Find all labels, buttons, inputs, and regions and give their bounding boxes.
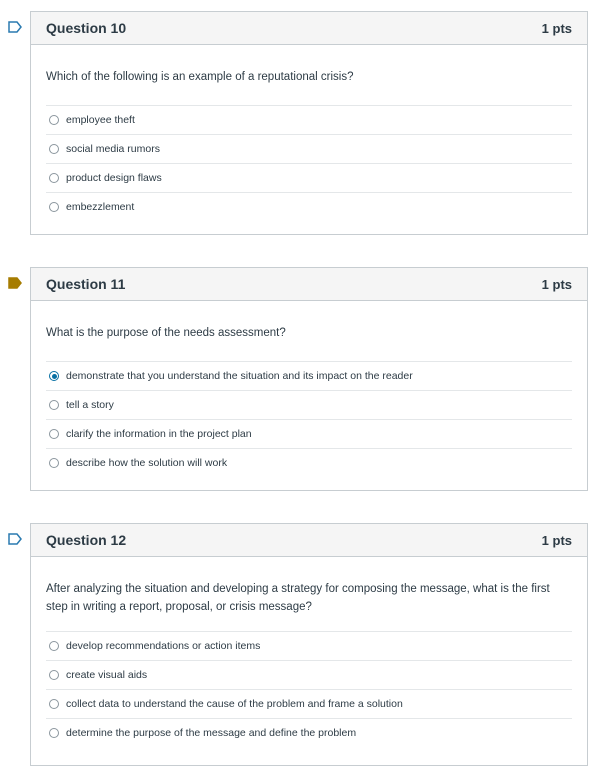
answer-list: demonstrate that you understand the situ… (46, 361, 572, 477)
answer-option[interactable]: collect data to understand the cause of … (46, 690, 572, 719)
radio-button[interactable] (49, 699, 59, 709)
radio-button[interactable] (49, 202, 59, 212)
answer-option[interactable]: demonstrate that you understand the situ… (46, 362, 572, 391)
radio-button[interactable] (49, 400, 59, 410)
question-points: 1 pts (541, 532, 572, 548)
answer-option[interactable]: create visual aids (46, 661, 572, 690)
answer-option[interactable]: tell a story (46, 391, 572, 420)
flag-question-icon[interactable] (8, 21, 22, 33)
answer-label: determine the purpose of the message and… (66, 727, 357, 739)
question-text: What is the purpose of the needs assessm… (46, 327, 286, 339)
answer-label: clarify the information in the project p… (66, 428, 252, 440)
question-card: Question 10 1 pts Which of the following… (30, 11, 588, 235)
radio-button[interactable] (49, 641, 59, 651)
question-header: Question 12 1 pts (31, 524, 587, 557)
answer-label: social media rumors (66, 143, 160, 155)
answer-label: product design flaws (66, 172, 162, 184)
radio-button[interactable] (49, 670, 59, 680)
answer-label: create visual aids (66, 669, 148, 681)
question-title: Question 10 (46, 20, 127, 36)
answer-option[interactable]: employee theft (46, 106, 572, 135)
answer-option[interactable]: product design flaws (46, 164, 572, 193)
radio-button-selected[interactable] (49, 371, 59, 381)
radio-button[interactable] (49, 144, 59, 154)
question-title: Question 12 (46, 532, 127, 548)
answer-option[interactable]: embezzlement (46, 193, 572, 221)
answer-list: employee theft social media rumors produ… (46, 105, 572, 221)
question-points: 1 pts (541, 276, 572, 292)
answer-list: develop recommendations or action items … (46, 631, 572, 747)
question-card: Question 11 1 pts What is the purpose of… (30, 267, 588, 491)
question-text: After analyzing the situation and develo… (46, 583, 550, 613)
answer-label: employee theft (66, 114, 135, 126)
question-text: Which of the following is an example of … (46, 71, 354, 83)
answer-label: collect data to understand the cause of … (66, 698, 403, 710)
radio-button[interactable] (49, 173, 59, 183)
answer-option[interactable]: social media rumors (46, 135, 572, 164)
answer-label: demonstrate that you understand the situ… (66, 370, 413, 382)
answer-label: tell a story (66, 399, 114, 411)
answer-label: describe how the solution will work (66, 457, 228, 469)
answer-label: develop recommendations or action items (66, 640, 261, 652)
answer-option[interactable]: determine the purpose of the message and… (46, 719, 572, 747)
question-points: 1 pts (541, 20, 572, 36)
question-header: Question 10 1 pts (31, 12, 587, 45)
radio-button[interactable] (49, 115, 59, 125)
answer-label: embezzlement (66, 201, 135, 213)
radio-button[interactable] (49, 458, 59, 468)
question-card: Question 12 1 pts After analyzing the si… (30, 523, 588, 766)
radio-button[interactable] (49, 429, 59, 439)
flag-question-icon[interactable] (8, 277, 22, 289)
question-header: Question 11 1 pts (31, 268, 587, 301)
answer-option[interactable]: develop recommendations or action items (46, 632, 572, 661)
answer-option[interactable]: clarify the information in the project p… (46, 420, 572, 449)
flag-question-icon[interactable] (8, 533, 22, 545)
question-title: Question 11 (46, 276, 126, 292)
answer-option[interactable]: describe how the solution will work (46, 449, 572, 477)
radio-button[interactable] (49, 728, 59, 738)
